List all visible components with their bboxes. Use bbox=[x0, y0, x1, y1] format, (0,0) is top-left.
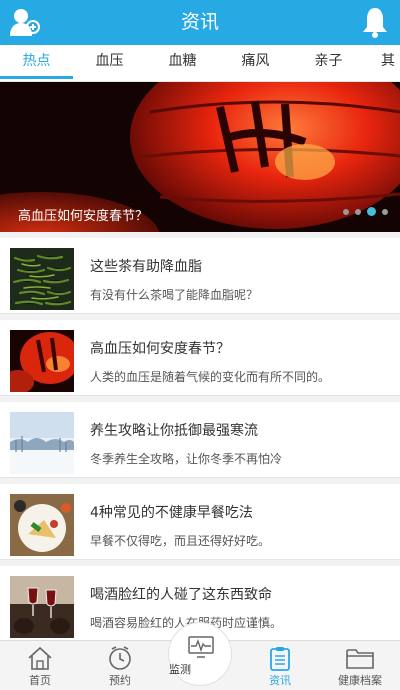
article-title: 4种常见的不健康早餐吃法 bbox=[90, 505, 253, 521]
carousel-dot[interactable] bbox=[343, 208, 349, 215]
folder-icon bbox=[346, 649, 374, 669]
article-item[interactable]: 4种常见的不健康早餐吃法 早餐不仅得吃，而且还得好好吃。 bbox=[0, 484, 400, 560]
banner-caption: 高血压如何安度春节？ bbox=[18, 209, 149, 224]
nav-appointment[interactable]: 预约 bbox=[85, 641, 155, 690]
nav-label: 监测 bbox=[169, 663, 191, 676]
nav-news[interactable]: 资讯 bbox=[245, 641, 315, 690]
article-list: 这些茶有助降血脂 有没有什么茶喝了能降血脂呢？ 高血压如何安度春节？ 人类的血压… bbox=[0, 232, 400, 640]
tab-hot[interactable]: 热点 bbox=[0, 45, 73, 79]
bell-icon[interactable] bbox=[360, 5, 390, 39]
article-summary: 人类的血压是随着气候的变化而有所不同的。 bbox=[90, 370, 331, 384]
home-icon bbox=[28, 646, 52, 670]
tab-blood-sugar[interactable]: 血糖 bbox=[146, 45, 219, 79]
clipboard-icon bbox=[270, 647, 290, 671]
tab-blood-pressure[interactable]: 血压 bbox=[73, 45, 146, 79]
clock-icon bbox=[109, 646, 131, 670]
article-summary: 冬季养生全攻略，让你冬季不再怕冷 bbox=[90, 452, 283, 466]
hero-banner[interactable]: 高血压如何安度春节？ bbox=[0, 82, 400, 232]
article-summary: 早餐不仅得吃，而且还得好好吃。 bbox=[90, 534, 271, 548]
app-header: 资讯 bbox=[0, 0, 400, 45]
article-title: 高血压如何安度春节？ bbox=[90, 341, 230, 357]
article-title: 这些茶有助降血脂 bbox=[90, 259, 202, 275]
active-tab-indicator bbox=[0, 76, 73, 79]
article-thumbnail bbox=[10, 494, 74, 556]
nav-home[interactable]: 首页 bbox=[5, 641, 75, 690]
article-thumbnail bbox=[10, 412, 74, 474]
article-thumbnail bbox=[10, 248, 74, 310]
carousel-dot[interactable] bbox=[382, 208, 388, 215]
carousel-dot[interactable] bbox=[355, 208, 361, 215]
article-item[interactable]: 这些茶有助降血脂 有没有什么茶喝了能降血脂呢？ bbox=[0, 238, 400, 314]
tab-parenting[interactable]: 亲子 bbox=[292, 45, 365, 79]
nav-label: 健康档案 bbox=[338, 674, 382, 687]
page-title: 资讯 bbox=[180, 11, 219, 33]
article-thumbnail bbox=[10, 576, 74, 638]
carousel-dot-active[interactable] bbox=[367, 207, 376, 216]
article-item[interactable]: 高血压如何安度春节？ 人类的血压是随着气候的变化而有所不同的。 bbox=[0, 320, 400, 396]
tab-gout[interactable]: 痛风 bbox=[219, 45, 292, 79]
carousel-indicator bbox=[343, 207, 388, 216]
article-title: 养生攻略让你抵御最强寒流 bbox=[90, 423, 258, 439]
nav-monitor-button[interactable]: 监测 bbox=[168, 622, 232, 686]
article-item[interactable]: 养生攻略让你抵御最强寒流 冬季养生全攻略，让你冬季不再怕冷 bbox=[0, 402, 400, 478]
monitor-icon bbox=[188, 636, 214, 658]
article-thumbnail bbox=[10, 330, 74, 392]
tab-other[interactable]: 其 bbox=[381, 45, 400, 79]
article-summary: 有没有什么茶喝了能降血脂呢？ bbox=[90, 288, 259, 302]
nav-label: 预约 bbox=[109, 674, 131, 687]
nav-label: 资讯 bbox=[269, 674, 291, 687]
article-title: 喝酒脸红的人碰了这东西致命 bbox=[90, 587, 272, 603]
nav-label: 首页 bbox=[29, 674, 51, 687]
nav-health-records[interactable]: 健康档案 bbox=[325, 641, 395, 690]
